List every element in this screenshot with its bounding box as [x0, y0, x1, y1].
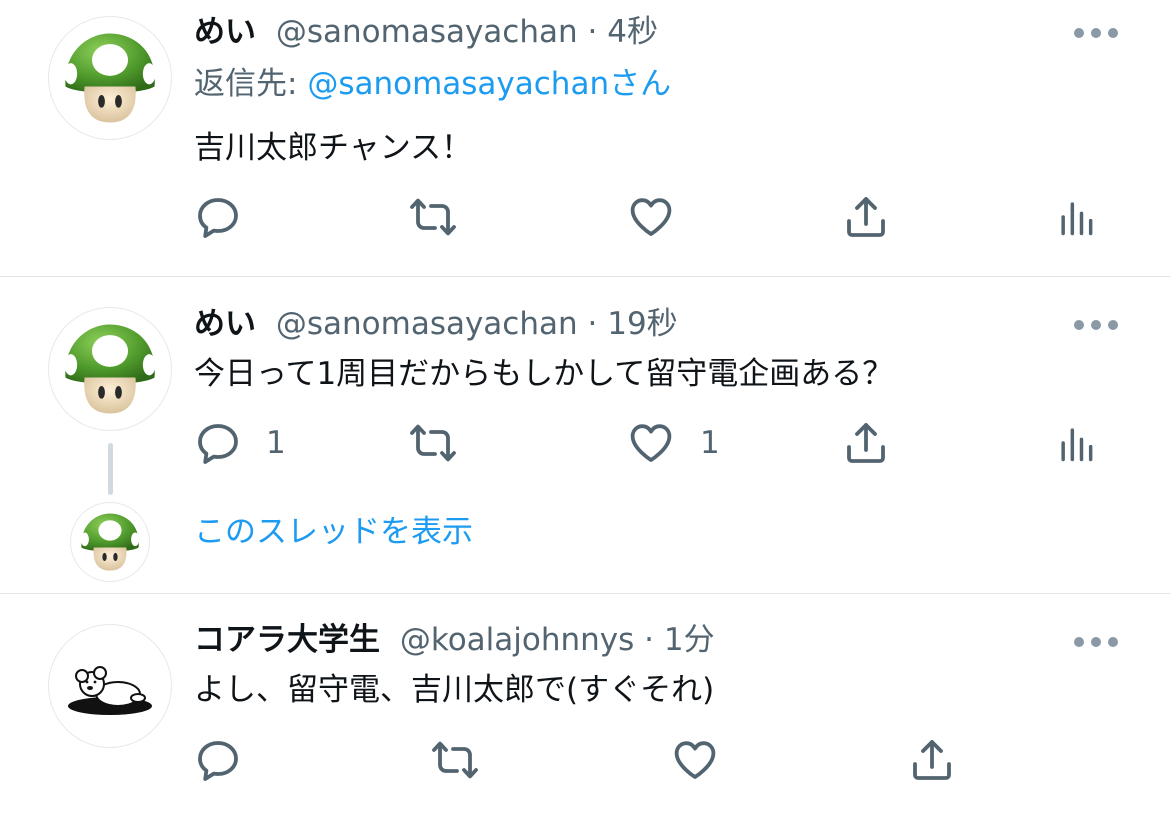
reply-label: 返信先:: [194, 66, 308, 102]
retweet-button[interactable]: [408, 419, 458, 467]
reply-suffix: さん: [609, 66, 672, 102]
share-button[interactable]: [908, 736, 956, 784]
share-button[interactable]: [842, 193, 890, 241]
green-mushroom-icon: [76, 508, 144, 576]
like-button[interactable]: [626, 193, 676, 241]
analytics-button[interactable]: [1054, 419, 1098, 467]
tweet[interactable]: めい @sanomasayachan · 4秒 返信先: @sanomasaya…: [0, 0, 1170, 276]
user-handle[interactable]: @sanomasayachan: [276, 306, 578, 342]
display-name[interactable]: めい: [194, 306, 256, 342]
more-icon[interactable]: [1074, 635, 1118, 649]
share-icon: [842, 419, 890, 467]
reply-button[interactable]: [194, 193, 242, 241]
tweet-header: コアラ大学生 @koalajohnnys · 1分: [194, 620, 715, 660]
tweet[interactable]: めい @sanomasayachan · 19秒 今日って1周目だからもしかして…: [0, 277, 1170, 592]
like-icon: [626, 193, 676, 241]
tweet[interactable]: コアラ大学生 @koalajohnnys · 1分 よし、留守電、吉川太郎で(す…: [0, 594, 1170, 819]
reply-count: 1: [266, 425, 286, 461]
share-icon: [908, 736, 956, 784]
timestamp[interactable]: 1分: [664, 622, 715, 658]
green-mushroom-icon: [57, 316, 163, 422]
thread-connector: [108, 443, 113, 495]
retweet-icon: [430, 736, 480, 784]
reply-icon: [194, 193, 242, 241]
retweet-button[interactable]: [408, 193, 458, 241]
more-icon[interactable]: [1074, 318, 1118, 332]
tweet-text: 今日って1周目だからもしかして留守電企画ある？: [194, 356, 894, 392]
reply-icon: [194, 736, 242, 784]
more-icon[interactable]: [1074, 26, 1118, 40]
reply-to: 返信先: @sanomasayachanさん: [194, 64, 671, 104]
like-icon: [670, 736, 720, 784]
koala-icon: [60, 636, 160, 736]
retweet-icon: [408, 419, 458, 467]
user-handle[interactable]: @koalajohnnys: [400, 622, 634, 658]
display-name[interactable]: めい: [194, 14, 256, 50]
share-button[interactable]: [842, 419, 890, 467]
analytics-button[interactable]: [1054, 193, 1098, 241]
reply-button[interactable]: 1: [194, 419, 286, 467]
reply-icon: [194, 419, 242, 467]
analytics-icon: [1054, 419, 1098, 467]
timestamp[interactable]: 4秒: [607, 14, 658, 50]
separator: ·: [587, 14, 598, 50]
tweet-text: よし、留守電、吉川太郎で(すぐそれ): [194, 672, 715, 708]
separator: ·: [587, 306, 598, 342]
timestamp[interactable]: 19秒: [607, 306, 677, 342]
thread-avatar[interactable]: [70, 502, 150, 582]
avatar[interactable]: [48, 307, 172, 431]
tweet-header: めい @sanomasayachan · 4秒: [194, 12, 658, 52]
separator: ·: [644, 622, 655, 658]
share-icon: [842, 193, 890, 241]
retweet-icon: [408, 193, 458, 241]
display-name[interactable]: コアラ大学生: [194, 622, 380, 658]
like-button[interactable]: [670, 736, 720, 784]
like-icon: [626, 419, 676, 467]
tweet-header: めい @sanomasayachan · 19秒: [194, 304, 678, 344]
retweet-button[interactable]: [430, 736, 480, 784]
like-button[interactable]: 1: [626, 419, 720, 467]
green-mushroom-icon: [57, 25, 163, 131]
user-handle[interactable]: @sanomasayachan: [276, 14, 578, 50]
analytics-icon: [1054, 193, 1098, 241]
avatar[interactable]: [48, 16, 172, 140]
like-count: 1: [700, 425, 720, 461]
avatar[interactable]: [48, 624, 172, 748]
tweet-text: 吉川太郎チャンス！: [194, 130, 473, 166]
reply-button[interactable]: [194, 736, 242, 784]
show-thread-link[interactable]: このスレッドを表示: [194, 512, 473, 552]
reply-mention[interactable]: @sanomasayachan: [307, 66, 609, 102]
